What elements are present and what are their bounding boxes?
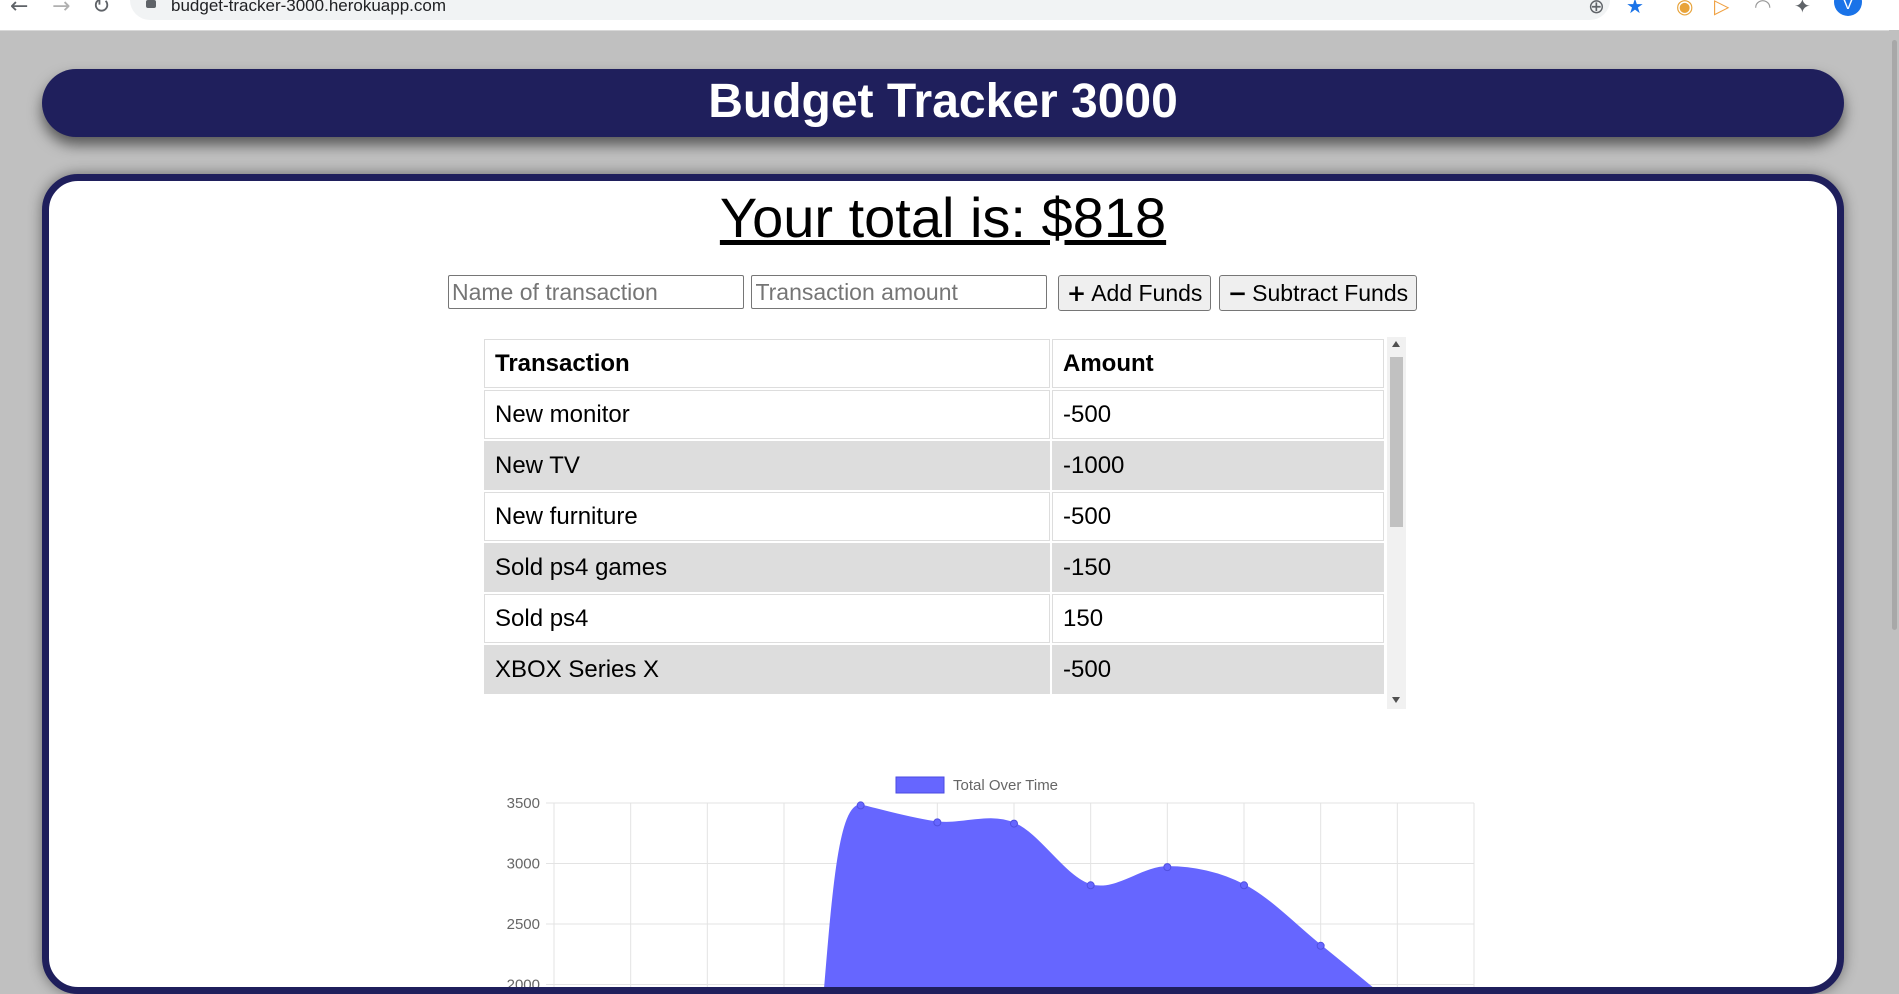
transaction-table: Transaction Amount New monitor -500 New … <box>482 337 1386 696</box>
lock-icon <box>146 0 156 8</box>
y-tick-label: 3500 <box>507 795 540 812</box>
scroll-down-arrow-icon[interactable] <box>1392 697 1400 703</box>
transaction-name: New TV <box>484 441 1050 490</box>
extension-icon[interactable]: ◉ <box>1676 0 1693 18</box>
avatar[interactable]: V <box>1834 0 1862 16</box>
y-tick-label: 2500 <box>507 916 540 933</box>
column-header-amount: Amount <box>1052 339 1384 388</box>
back-icon[interactable]: ← <box>10 0 28 19</box>
y-tick-label: 2000 <box>507 977 540 994</box>
total-display: Your total is: $818 <box>719 186 1167 249</box>
minus-icon: − <box>1227 280 1248 307</box>
transaction-amount: -500 <box>1052 645 1384 694</box>
extension-icon[interactable]: ▷ <box>1714 0 1729 18</box>
legend-label: Total Over Time <box>953 777 1058 794</box>
table-row: New furniture -500 <box>484 492 1384 541</box>
transaction-amount: -500 <box>1052 390 1384 439</box>
plus-icon: + <box>1066 280 1087 307</box>
transaction-name: Sold ps4 games <box>484 543 1050 592</box>
table-row: Sold ps4 150 <box>484 594 1384 643</box>
puzzle-icon[interactable]: ✦ <box>1794 0 1811 18</box>
subtract-funds-button[interactable]: − Subtract Funds <box>1218 275 1418 311</box>
transaction-name: XBOX Series X <box>484 645 1050 694</box>
transaction-name-input[interactable] <box>448 275 744 309</box>
page-scrollbar[interactable] <box>1889 30 1899 954</box>
zoom-icon[interactable]: ⊕ <box>1588 0 1605 18</box>
page-scrollbar-thumb[interactable] <box>1892 40 1897 630</box>
table-row: XBOX Series X -500 <box>484 645 1384 694</box>
scroll-up-arrow-icon[interactable] <box>1392 341 1400 347</box>
y-tick-label: 3000 <box>507 856 540 873</box>
data-point <box>1163 863 1172 872</box>
transaction-name: New furniture <box>484 492 1050 541</box>
transaction-amount: -500 <box>1052 492 1384 541</box>
subtract-funds-label: Subtract Funds <box>1252 279 1409 306</box>
add-funds-button[interactable]: + Add Funds <box>1057 275 1212 311</box>
transaction-table-container[interactable]: Transaction Amount New monitor -500 New … <box>482 337 1406 709</box>
transaction-amount-input[interactable] <box>751 275 1048 309</box>
table-scrollbar[interactable] <box>1387 337 1406 709</box>
transaction-amount: 150 <box>1052 594 1384 643</box>
url-text[interactable]: budget-tracker-3000.herokuapp.com <box>171 0 446 16</box>
data-point <box>933 818 942 827</box>
data-point <box>1240 881 1248 890</box>
forward-icon[interactable]: → <box>52 0 70 19</box>
column-header-transaction: Transaction <box>484 339 1050 388</box>
table-row: Sold ps4 games -150 <box>484 543 1384 592</box>
legend-swatch <box>895 776 945 794</box>
transaction-amount: -1000 <box>1052 441 1384 490</box>
data-point <box>1010 819 1018 828</box>
transaction-name: New monitor <box>484 390 1050 439</box>
data-point <box>856 801 865 810</box>
page-title: Budget Tracker 3000 <box>708 75 1178 128</box>
transaction-amount: -150 <box>1052 543 1384 592</box>
main-card: Your total is: $818 +Add Funds −Subtract… <box>42 174 1844 994</box>
table-scrollbar-thumb[interactable] <box>1390 357 1403 527</box>
reload-icon[interactable]: ↻ <box>92 0 110 19</box>
add-funds-label: Add Funds <box>1091 279 1203 306</box>
total-area-series <box>824 804 1373 987</box>
transaction-form: +Add Funds −Subtract Funds <box>448 275 1418 313</box>
total-over-time-chart: Total Over Time 3500 3000 2500 2000 <box>507 776 1475 994</box>
app-header: Budget Tracker 3000 <box>42 69 1844 137</box>
data-point <box>1086 881 1095 890</box>
bookmark-star-icon[interactable]: ★ <box>1626 0 1644 18</box>
data-point <box>1316 941 1325 950</box>
extension-icon[interactable]: ◠ <box>1754 0 1771 18</box>
table-row: New TV -1000 <box>484 441 1384 490</box>
browser-toolbar: ← → ↻ budget-tracker-3000.herokuapp.com … <box>0 0 1899 31</box>
table-row: New monitor -500 <box>484 390 1384 439</box>
transaction-name: Sold ps4 <box>484 594 1050 643</box>
table-header-row: Transaction Amount <box>484 339 1384 388</box>
